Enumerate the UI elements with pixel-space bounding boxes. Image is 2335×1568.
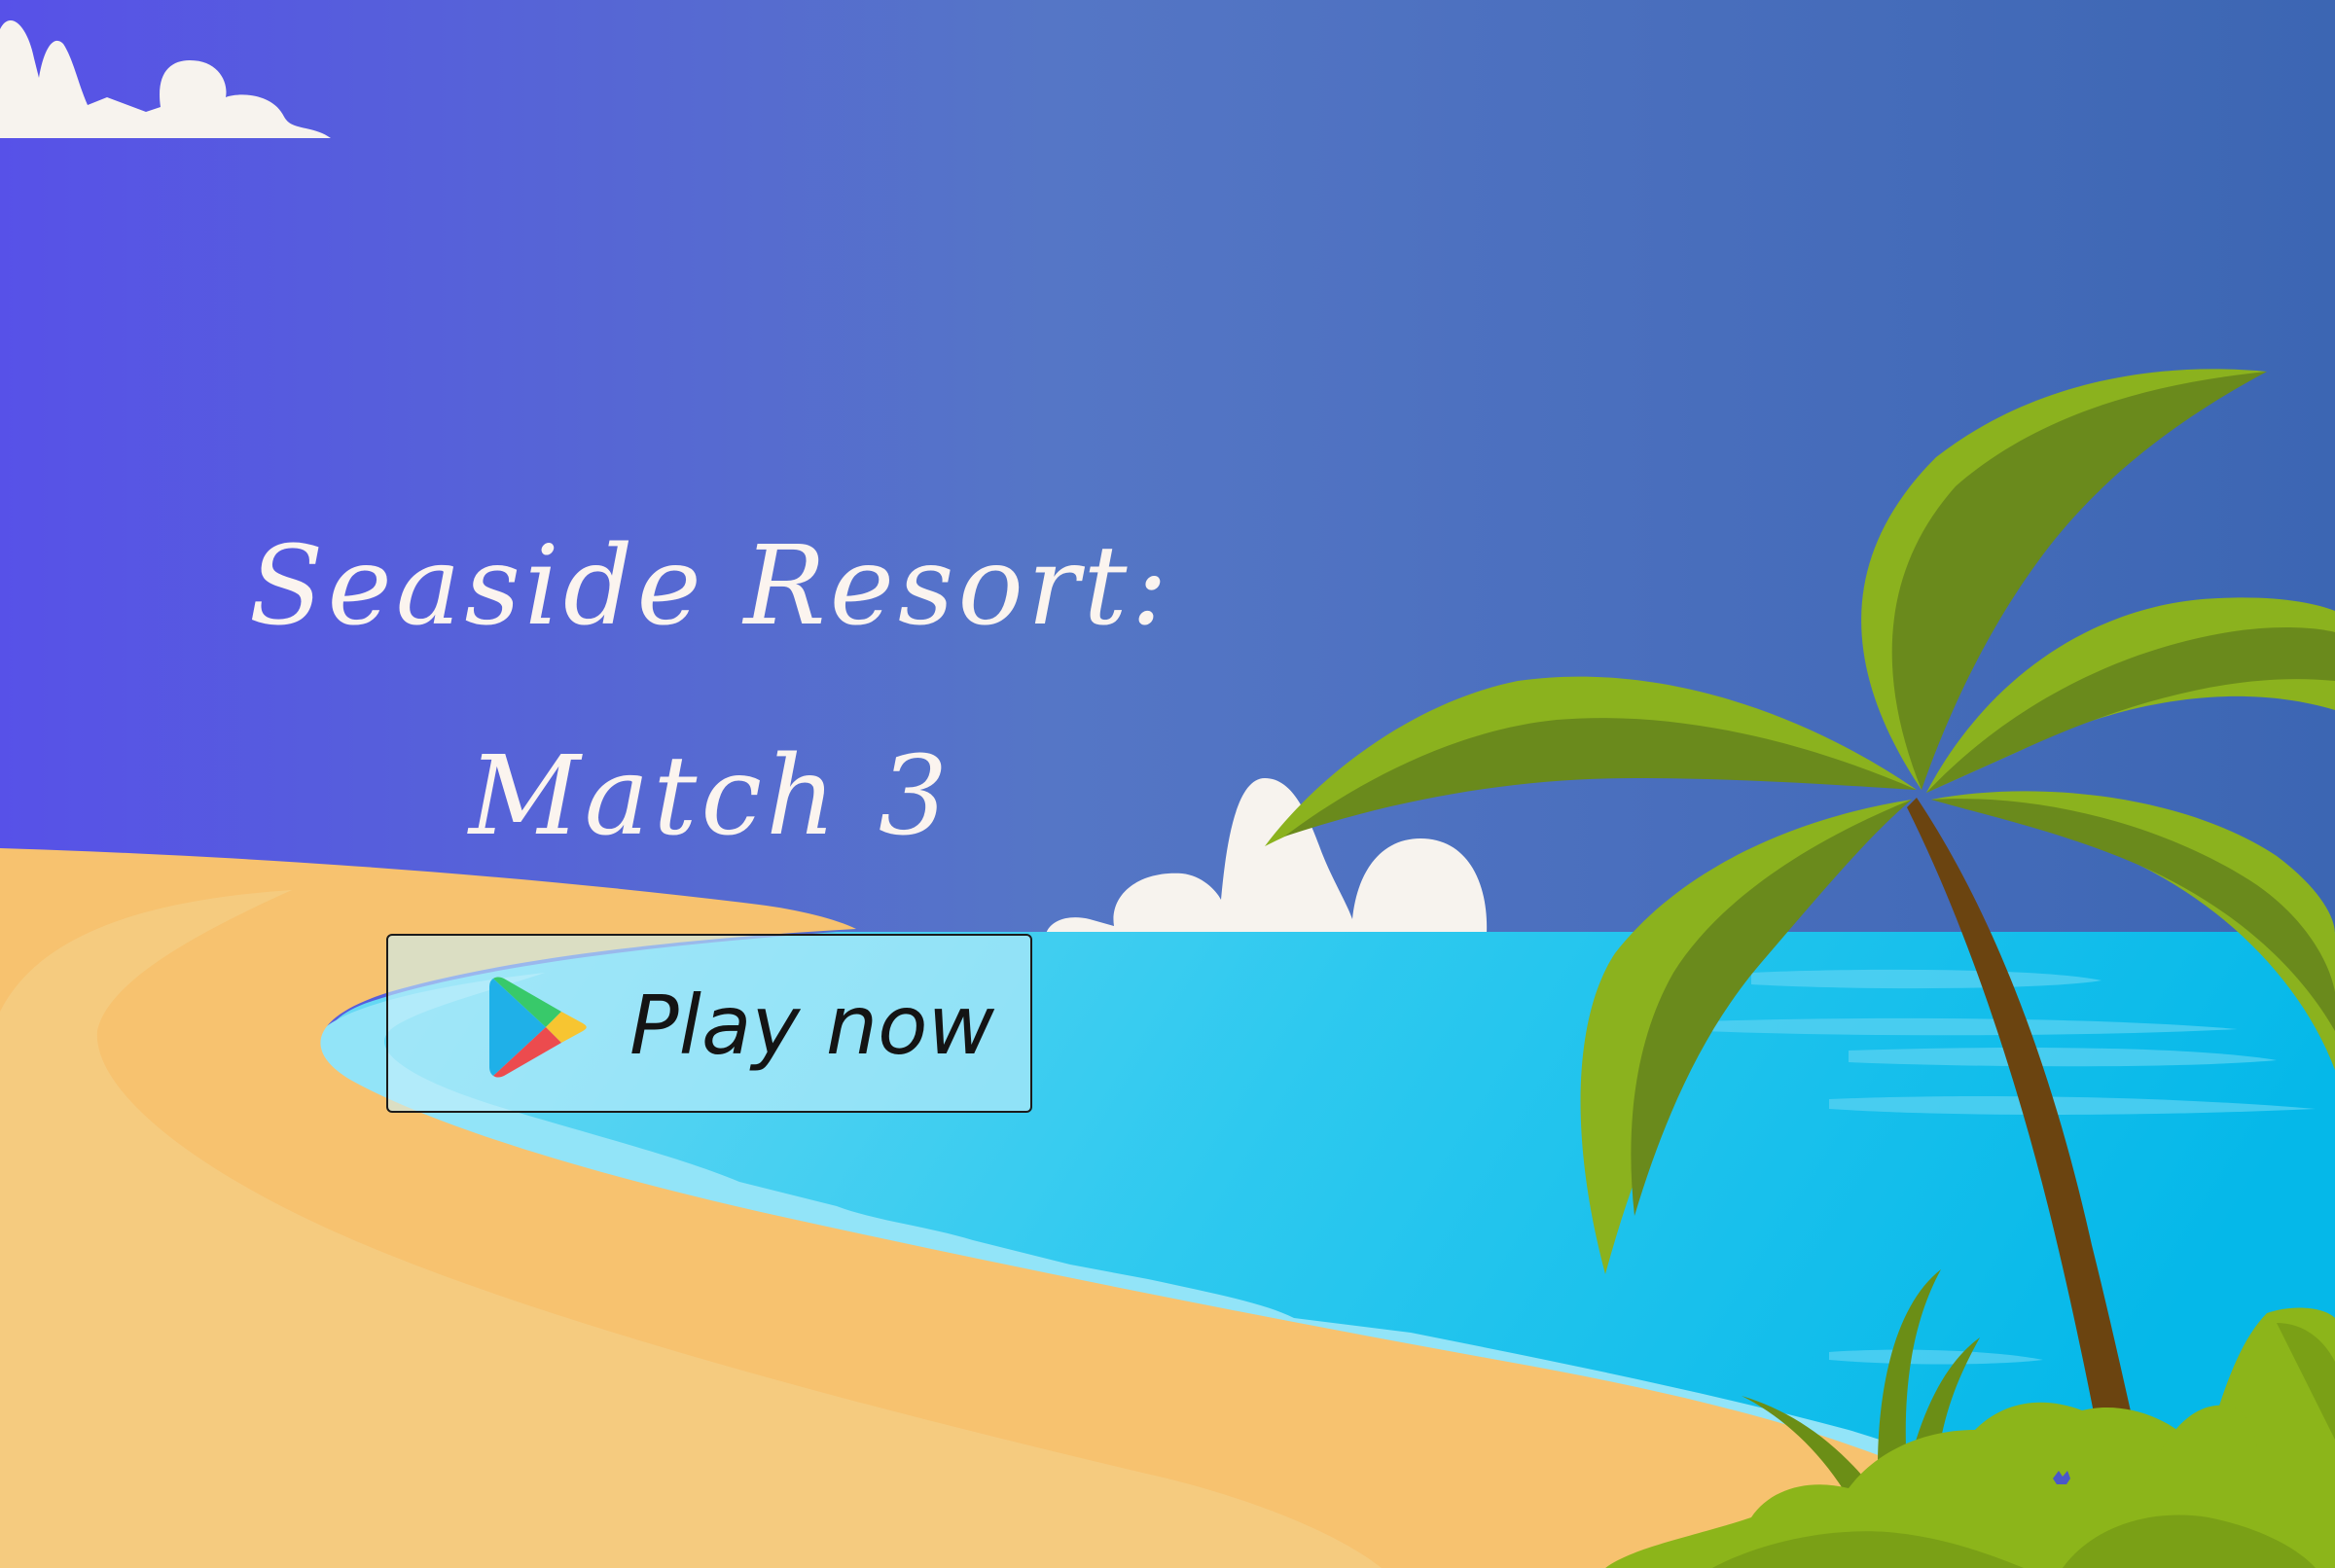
game-title-line-2: Match 3	[468, 733, 952, 860]
google-play-store-icon	[489, 977, 587, 1078]
play-now-button[interactable]: Play now	[386, 934, 1032, 1113]
play-now-label: Play now	[629, 978, 995, 1073]
game-title: Seaside Resort: Match 3	[156, 481, 1265, 902]
game-title-line-1: Seaside Resort:	[248, 523, 1172, 650]
